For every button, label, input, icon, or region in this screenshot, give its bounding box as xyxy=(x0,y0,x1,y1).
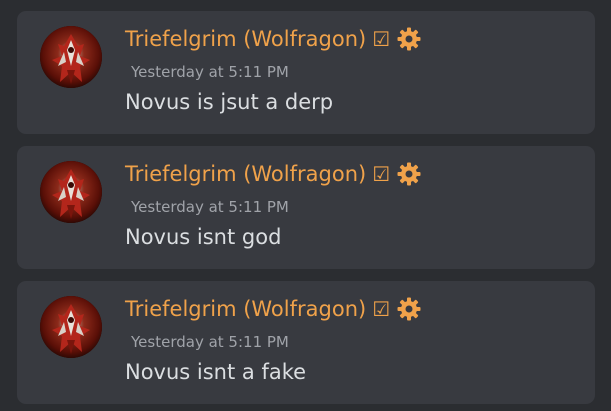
avatar-image xyxy=(40,26,102,88)
author-row: Triefelgrim (Wolfragon) ☑ xyxy=(125,294,422,324)
message-feed: Triefelgrim (Wolfragon) ☑ Yesterday at 5… xyxy=(0,0,611,411)
avatar[interactable] xyxy=(40,296,102,358)
checkbox-icon: ☑ xyxy=(372,162,391,186)
gear-icon xyxy=(396,161,422,187)
author-name[interactable]: Triefelgrim (Wolfragon) xyxy=(125,162,366,186)
message-card: Triefelgrim (Wolfragon) ☑ Yesterday at 5… xyxy=(17,11,595,134)
checkbox-icon: ☑ xyxy=(372,297,391,321)
timestamp: Yesterday at 5:11 PM xyxy=(131,333,289,351)
avatar[interactable] xyxy=(40,161,102,223)
timestamp: Yesterday at 5:11 PM xyxy=(131,63,289,81)
message-card: Triefelgrim (Wolfragon) ☑ Yesterday at 5… xyxy=(17,281,595,404)
gear-icon xyxy=(396,296,422,322)
author-row: Triefelgrim (Wolfragon) ☑ xyxy=(125,24,422,54)
author-name[interactable]: Triefelgrim (Wolfragon) xyxy=(125,297,366,321)
gear-icon xyxy=(396,26,422,52)
message-text: Novus isnt a fake xyxy=(125,360,307,384)
author-name[interactable]: Triefelgrim (Wolfragon) xyxy=(125,27,366,51)
author-row: Triefelgrim (Wolfragon) ☑ xyxy=(125,159,422,189)
avatar-image xyxy=(40,161,102,223)
timestamp: Yesterday at 5:11 PM xyxy=(131,198,289,216)
checkbox-icon: ☑ xyxy=(372,27,391,51)
avatar[interactable] xyxy=(40,26,102,88)
avatar-image xyxy=(40,296,102,358)
message-card: Triefelgrim (Wolfragon) ☑ Yesterday at 5… xyxy=(17,146,595,269)
message-text: Novus isnt god xyxy=(125,225,282,249)
message-text: Novus is jsut a derp xyxy=(125,90,334,114)
